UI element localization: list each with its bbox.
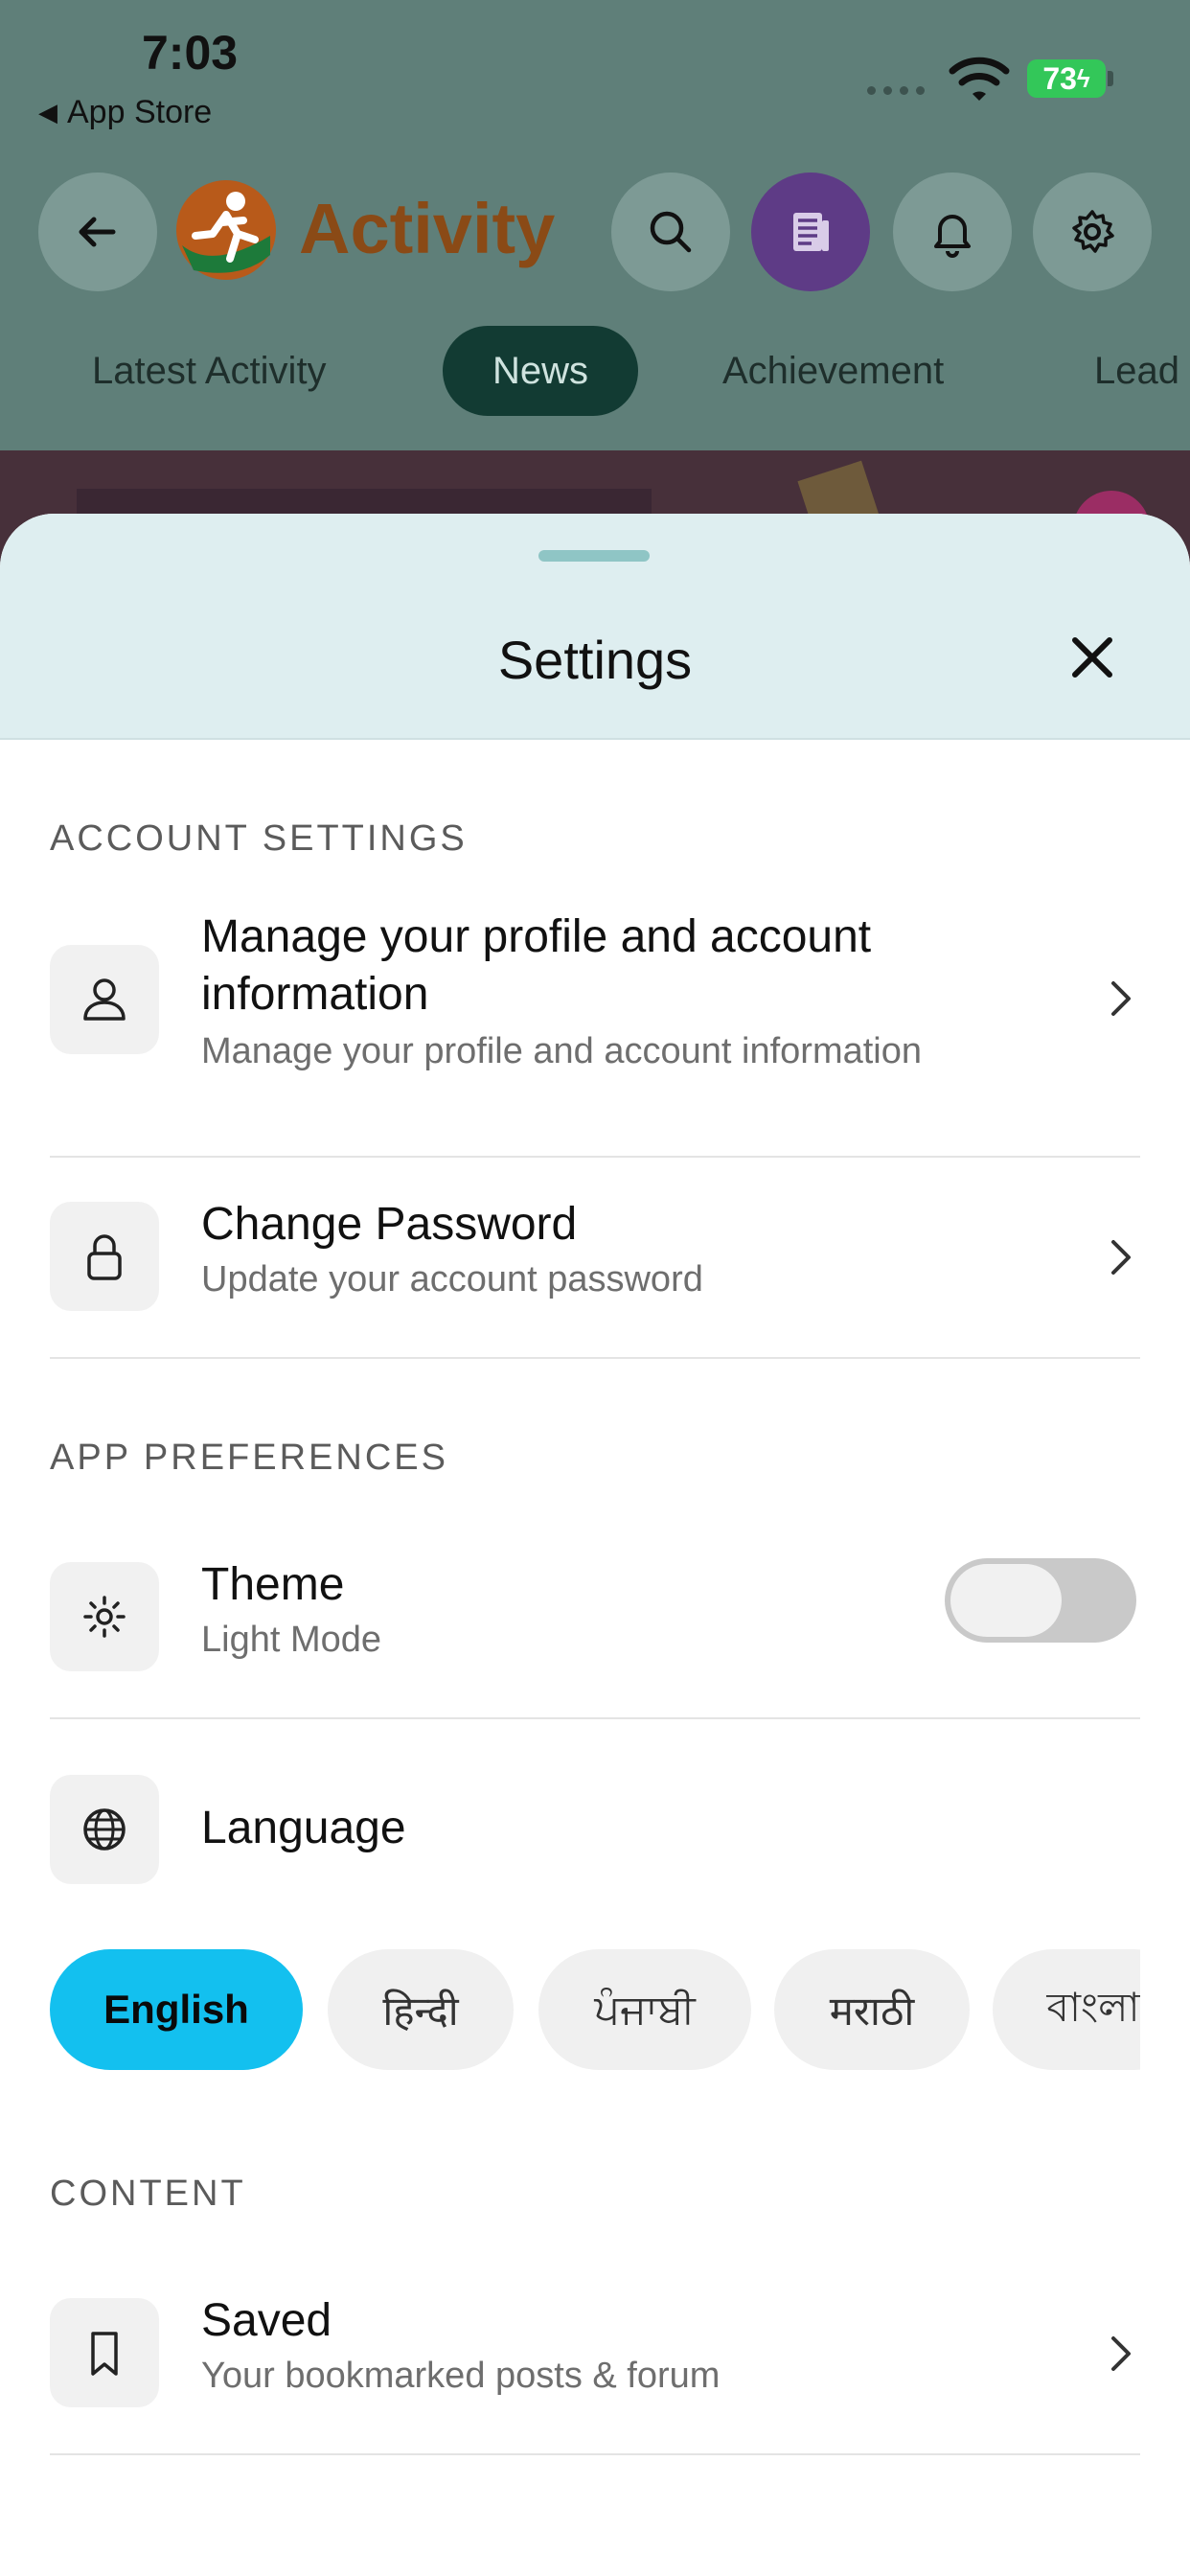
user-icon — [83, 978, 126, 1021]
saved-row[interactable]: Saved Your bookmarked posts & forum — [50, 2295, 1140, 2413]
manage-profile-title-line1: Manage your profile and account — [201, 911, 872, 962]
language-options: English हिन्दी ਪੰਜਾਬੀ मराठी বাংলা — [50, 1949, 1140, 2074]
back-to-app-store-label: App Store — [67, 94, 213, 130]
saved-subtitle: Your bookmarked posts & forum — [201, 2356, 721, 2396]
divider — [50, 1357, 1140, 1359]
battery-indicator: 73 ϟ — [1027, 59, 1106, 98]
manage-profile-title-line2: information — [201, 969, 429, 1020]
language-chip-bengali[interactable]: বাংলা — [993, 1949, 1140, 2070]
toggle-knob — [950, 1564, 1062, 1637]
theme-row: Theme Light Mode — [50, 1558, 1140, 1677]
tab-achievement[interactable]: Achievement — [722, 326, 944, 416]
status-time: 7:03 — [142, 26, 239, 80]
charging-bolt-icon: ϟ — [1076, 63, 1090, 93]
section-label-preferences: APP PREFERENCES — [50, 1438, 448, 1478]
chevron-right-icon — [1102, 2325, 1140, 2382]
change-password-row[interactable]: Change Password Update your account pass… — [50, 1199, 1140, 1317]
settings-sheet: Settings ACCOUNT SETTINGS Manage your pr… — [0, 514, 1190, 2576]
activity-runner-logo — [176, 180, 276, 280]
language-chip-marathi[interactable]: मराठी — [774, 1949, 970, 2070]
saved-title: Saved — [201, 2295, 332, 2346]
tab-latest-activity[interactable]: Latest Activity — [92, 326, 327, 416]
divider — [50, 2453, 1140, 2455]
saved-icon-box — [50, 2298, 159, 2407]
language-chip-hindi[interactable]: हिन्दी — [328, 1949, 514, 2070]
language-title: Language — [201, 1803, 406, 1853]
language-row: Language — [50, 1775, 1140, 1890]
manage-profile-subtitle: Manage your profile and account informat… — [201, 1031, 923, 1071]
change-password-subtitle: Update your account password — [201, 1259, 703, 1300]
tab-leaderboard[interactable]: Lead — [1094, 326, 1179, 416]
sun-icon — [83, 1596, 126, 1638]
app-title: Activity — [299, 189, 556, 268]
section-label-content: CONTENT — [50, 2174, 246, 2214]
gear-icon — [1072, 210, 1114, 253]
globe-icon — [83, 1808, 126, 1851]
divider — [50, 1156, 1140, 1158]
change-password-title: Change Password — [201, 1199, 578, 1250]
password-icon-box — [50, 1202, 159, 1311]
close-button[interactable] — [1058, 623, 1127, 692]
back-to-app-store[interactable]: ◀ App Store — [38, 94, 212, 131]
theme-icon-box — [50, 1562, 159, 1671]
divider — [50, 1717, 1140, 1719]
news-icon — [793, 213, 829, 251]
theme-title: Theme — [201, 1559, 345, 1610]
news-button[interactable] — [751, 172, 870, 291]
sheet-title: Settings — [497, 630, 693, 690]
battery-tip — [1108, 71, 1113, 86]
search-button[interactable] — [611, 172, 730, 291]
settings-button[interactable] — [1033, 172, 1152, 291]
close-icon — [1072, 637, 1112, 678]
back-button[interactable] — [38, 172, 157, 291]
notifications-button[interactable] — [893, 172, 1012, 291]
back-arrow-icon — [79, 217, 116, 247]
chevron-right-icon — [1102, 1229, 1140, 1286]
language-chip-punjabi[interactable]: ਪੰਜਾਬੀ — [538, 1949, 751, 2070]
language-icon-box — [50, 1775, 159, 1884]
battery-level: 73 — [1042, 60, 1077, 96]
manage-profile-row[interactable]: Manage your profile and account informat… — [50, 911, 1140, 1108]
sheet-grabber[interactable] — [538, 550, 650, 562]
search-icon — [650, 211, 692, 253]
bookmark-icon — [91, 2332, 118, 2376]
bell-icon — [934, 215, 971, 258]
tab-news[interactable]: News — [443, 326, 639, 416]
sheet-header: Settings — [0, 514, 1190, 740]
profile-icon-box — [50, 945, 159, 1054]
section-label-account: ACCOUNT SETTINGS — [50, 818, 468, 859]
wifi-icon — [949, 57, 1010, 101]
theme-subtitle: Light Mode — [201, 1620, 382, 1660]
back-triangle-icon: ◀ — [38, 98, 57, 126]
cellular-signal-icon — [867, 86, 934, 96]
lock-icon — [87, 1234, 122, 1280]
chevron-right-icon — [1102, 970, 1140, 1027]
theme-toggle[interactable] — [945, 1558, 1136, 1643]
language-chip-english[interactable]: English — [50, 1949, 303, 2070]
